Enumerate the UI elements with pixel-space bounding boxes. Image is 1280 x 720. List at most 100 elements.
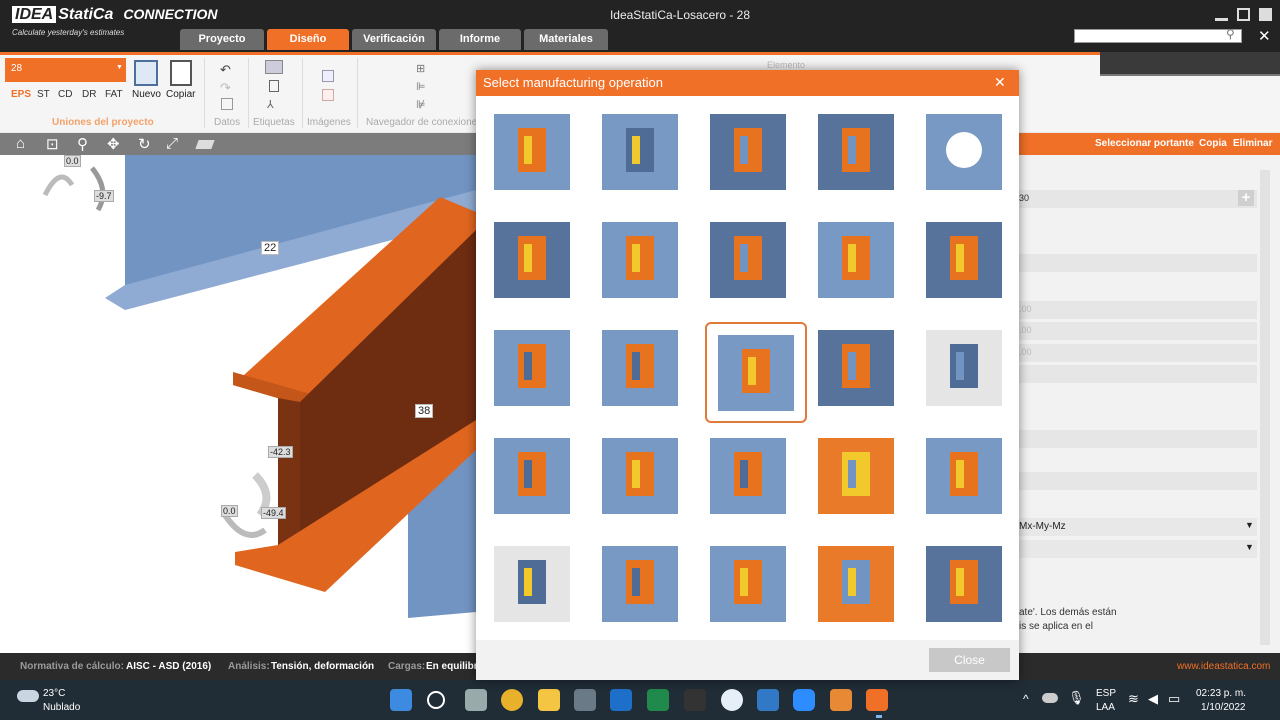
chrome-icon[interactable] [501, 689, 523, 711]
home-icon[interactable]: ⌂ [16, 135, 25, 152]
cleat-icon[interactable] [710, 438, 786, 514]
zoom-app-icon[interactable] [793, 689, 815, 711]
close-icon[interactable]: ✕ [1258, 27, 1271, 45]
flange-plate-icon[interactable] [818, 222, 894, 298]
property-select[interactable] [1019, 540, 1257, 558]
weld-icon[interactable] [494, 546, 570, 622]
anchor-base-icon[interactable] [926, 330, 1002, 406]
gusset-plate-icon[interactable] [494, 330, 570, 406]
cone-plate-icon[interactable] [602, 330, 678, 406]
connection-select[interactable]: 28 [5, 58, 126, 82]
3d-viewport[interactable] [0, 133, 476, 653]
tab-proyecto[interactable]: Proyecto [180, 29, 264, 50]
nav-align-icon[interactable]: ⊫ [416, 80, 426, 93]
column-splice-icon[interactable] [818, 330, 894, 406]
nav-search-icon[interactable]: ⊞ [416, 62, 425, 75]
search-icon[interactable]: ⚲ [1226, 27, 1235, 41]
wifi-icon[interactable]: ≋ [1128, 691, 1139, 707]
language-region[interactable]: LAA [1096, 702, 1115, 713]
property-row[interactable] [1019, 365, 1257, 383]
tab-diseno[interactable]: Diseño [267, 29, 349, 50]
select-bearing-link[interactable]: Seleccionar portante [1095, 138, 1194, 149]
fin-plate-icon[interactable] [602, 222, 678, 298]
redo-icon[interactable]: ↷ [220, 80, 231, 96]
chevron-down-icon[interactable]: ▼ [1245, 542, 1254, 552]
search-icon[interactable] [427, 691, 445, 709]
copy-button[interactable]: Copiar [166, 89, 195, 100]
weather-text[interactable]: Nublado [43, 702, 80, 713]
mitre-cut-icon[interactable] [494, 438, 570, 514]
search-input[interactable] [1074, 29, 1242, 43]
property-row[interactable] [1019, 472, 1257, 490]
fit-icon[interactable]: ⤢ [166, 135, 178, 152]
task-view-icon[interactable] [465, 689, 487, 711]
property-row[interactable] [1019, 254, 1257, 272]
filter-eps[interactable]: EPS [11, 89, 31, 100]
properties-scrollbar[interactable] [1260, 170, 1270, 645]
beam-splice-icon[interactable] [926, 546, 1002, 622]
web-stiffener-icon[interactable] [602, 114, 678, 190]
copy-link[interactable]: Copia [1199, 138, 1227, 149]
nav-filter-icon[interactable]: ⊯ [416, 98, 426, 111]
base-plate-stiffener-icon[interactable] [818, 114, 894, 190]
property-row[interactable]: .00 [1019, 301, 1257, 319]
add-icon[interactable]: + [1238, 190, 1254, 206]
idea-checkbot-icon[interactable] [830, 689, 852, 711]
weather-temp[interactable]: 23°C [43, 688, 65, 699]
excel-icon[interactable] [647, 689, 669, 711]
plate-icon[interactable] [602, 438, 678, 514]
cloud-icon[interactable] [17, 690, 39, 702]
maximize-button[interactable] [1237, 8, 1250, 21]
member-label[interactable]: 22 [261, 241, 280, 255]
zoom-icon[interactable]: ⚲ [77, 135, 88, 153]
filter-dr[interactable]: DR [82, 89, 96, 100]
chevron-down-icon[interactable]: ▼ [116, 64, 123, 71]
save-icon[interactable] [221, 98, 233, 110]
chevron-up-icon[interactable]: ^ [1023, 692, 1029, 706]
tab-materiales[interactable]: Materiales [524, 29, 608, 50]
filter-st[interactable]: ST [37, 89, 50, 100]
image-icon[interactable] [322, 70, 334, 82]
close-window-button[interactable] [1259, 8, 1272, 21]
shield-icon[interactable] [684, 689, 706, 711]
app-d-icon[interactable] [721, 689, 743, 711]
rotate-icon[interactable]: ↻ [138, 135, 151, 153]
tab-informe[interactable]: Informe [439, 29, 521, 50]
property-row[interactable]: .00 [1019, 344, 1257, 362]
hollow-section-icon[interactable] [602, 546, 678, 622]
image-export-icon[interactable] [322, 89, 334, 101]
start-icon[interactable] [390, 689, 412, 711]
property-row[interactable]: 30 [1019, 190, 1257, 208]
volume-icon[interactable]: ◀ [1148, 691, 1158, 707]
copy-icon[interactable] [170, 60, 192, 86]
outlook-icon[interactable] [610, 689, 632, 711]
idea-connection-icon[interactable] [866, 689, 888, 711]
microphone-icon[interactable]: 🎙 [1068, 690, 1085, 706]
delete-link[interactable]: Eliminar [1233, 138, 1272, 149]
new-button[interactable]: Nuevo [132, 89, 161, 100]
bolted-flange-plate-icon[interactable] [926, 222, 1002, 298]
filter-fat[interactable]: FAT [105, 89, 123, 100]
chevron-down-icon[interactable]: ▼ [1245, 520, 1254, 530]
editor-icon[interactable] [757, 689, 779, 711]
truss-node-icon[interactable] [818, 546, 894, 622]
stiffener-plate-icon[interactable] [494, 114, 570, 190]
plate-opening-icon[interactable] [926, 114, 1002, 190]
close-button[interactable]: Close [929, 648, 1010, 672]
clock-date[interactable]: 1/10/2022 [1201, 702, 1246, 713]
label-mode-icon[interactable] [265, 60, 283, 74]
model-canvas[interactable] [0, 133, 476, 653]
zoom-window-icon[interactable]: ⊡ [46, 135, 59, 153]
end-plate-icon[interactable] [494, 222, 570, 298]
label-member-icon[interactable] [269, 80, 279, 92]
explorer-icon[interactable] [538, 689, 560, 711]
double-plate-icon[interactable] [710, 222, 786, 298]
cover-plate-icon[interactable] [926, 438, 1002, 514]
rib-plate-icon[interactable] [710, 114, 786, 190]
load-components-select[interactable]: Mx-My-Mz [1019, 518, 1257, 536]
cut-member-icon[interactable] [710, 546, 786, 622]
onedrive-icon[interactable] [1042, 693, 1058, 703]
battery-icon[interactable]: ▭ [1168, 691, 1180, 707]
language-code[interactable]: ESP [1096, 688, 1116, 699]
clock-time[interactable]: 02:23 p. m. [1196, 688, 1246, 699]
